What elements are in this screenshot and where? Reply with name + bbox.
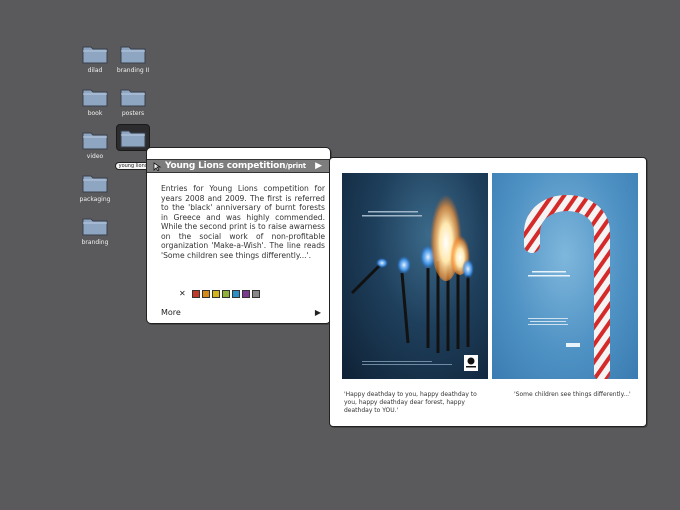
folder-icon	[82, 216, 108, 236]
swatch-orange[interactable]	[201, 290, 210, 298]
folder-icon	[120, 87, 146, 107]
candy-cane-image	[524, 195, 610, 379]
more-link[interactable]: More ▶	[161, 308, 321, 317]
burning-matches-image	[350, 185, 478, 371]
folder-icon	[82, 44, 108, 64]
folder-label: branding	[81, 239, 109, 246]
folder-label: packaging	[79, 196, 111, 203]
swatch-yellow[interactable]	[211, 290, 220, 298]
folder-icon	[82, 130, 108, 150]
info-panel: Young Lions competition/print ▶ Entries …	[146, 147, 331, 324]
panel-title-suffix: /print	[285, 162, 306, 170]
swatch-blue[interactable]	[231, 290, 240, 298]
arrow-cursor-icon[interactable]	[153, 162, 162, 172]
folder-label: posters	[121, 110, 145, 117]
swatch-red[interactable]	[191, 290, 200, 298]
caption-poster-2: 'Some children see things differently...…	[514, 391, 631, 398]
panel-title-main: Young Lions competition	[165, 161, 286, 171]
panel-description: Entries for Young Lions competition for …	[161, 184, 325, 260]
play-triangle-icon: ▶	[314, 308, 321, 317]
color-swatches: ✕	[179, 290, 260, 298]
poster-candy-cane	[492, 173, 638, 379]
close-x-icon[interactable]: ✕	[179, 290, 186, 298]
swatch-gray[interactable]	[251, 290, 260, 298]
folder-branding-ii[interactable]: branding II	[109, 44, 157, 74]
folder-label: branding II	[116, 67, 150, 74]
panel-title: Young Lions competition/print	[165, 160, 306, 172]
caption-poster-1: 'Happy deathday to you, happy deathday t…	[344, 391, 477, 414]
folder-icon	[82, 87, 108, 107]
folder-branding[interactable]: branding	[71, 216, 119, 246]
folder-posters[interactable]: posters	[109, 87, 157, 117]
swatch-green[interactable]	[221, 290, 230, 298]
poster-burning-matches	[342, 173, 488, 379]
folder-packaging[interactable]: packaging	[71, 173, 119, 203]
folder-icon	[82, 173, 108, 193]
folder-icon	[120, 44, 146, 64]
panel-header: Young Lions competition/print ▶	[147, 159, 330, 173]
preview-panel: 'Happy deathday to you, happy deathday t…	[329, 157, 647, 427]
play-triangle-icon[interactable]: ▶	[315, 161, 322, 171]
swatch-purple[interactable]	[241, 290, 250, 298]
selection-highlight	[116, 124, 150, 151]
folder-icon	[120, 128, 146, 148]
more-label: More	[161, 308, 181, 317]
